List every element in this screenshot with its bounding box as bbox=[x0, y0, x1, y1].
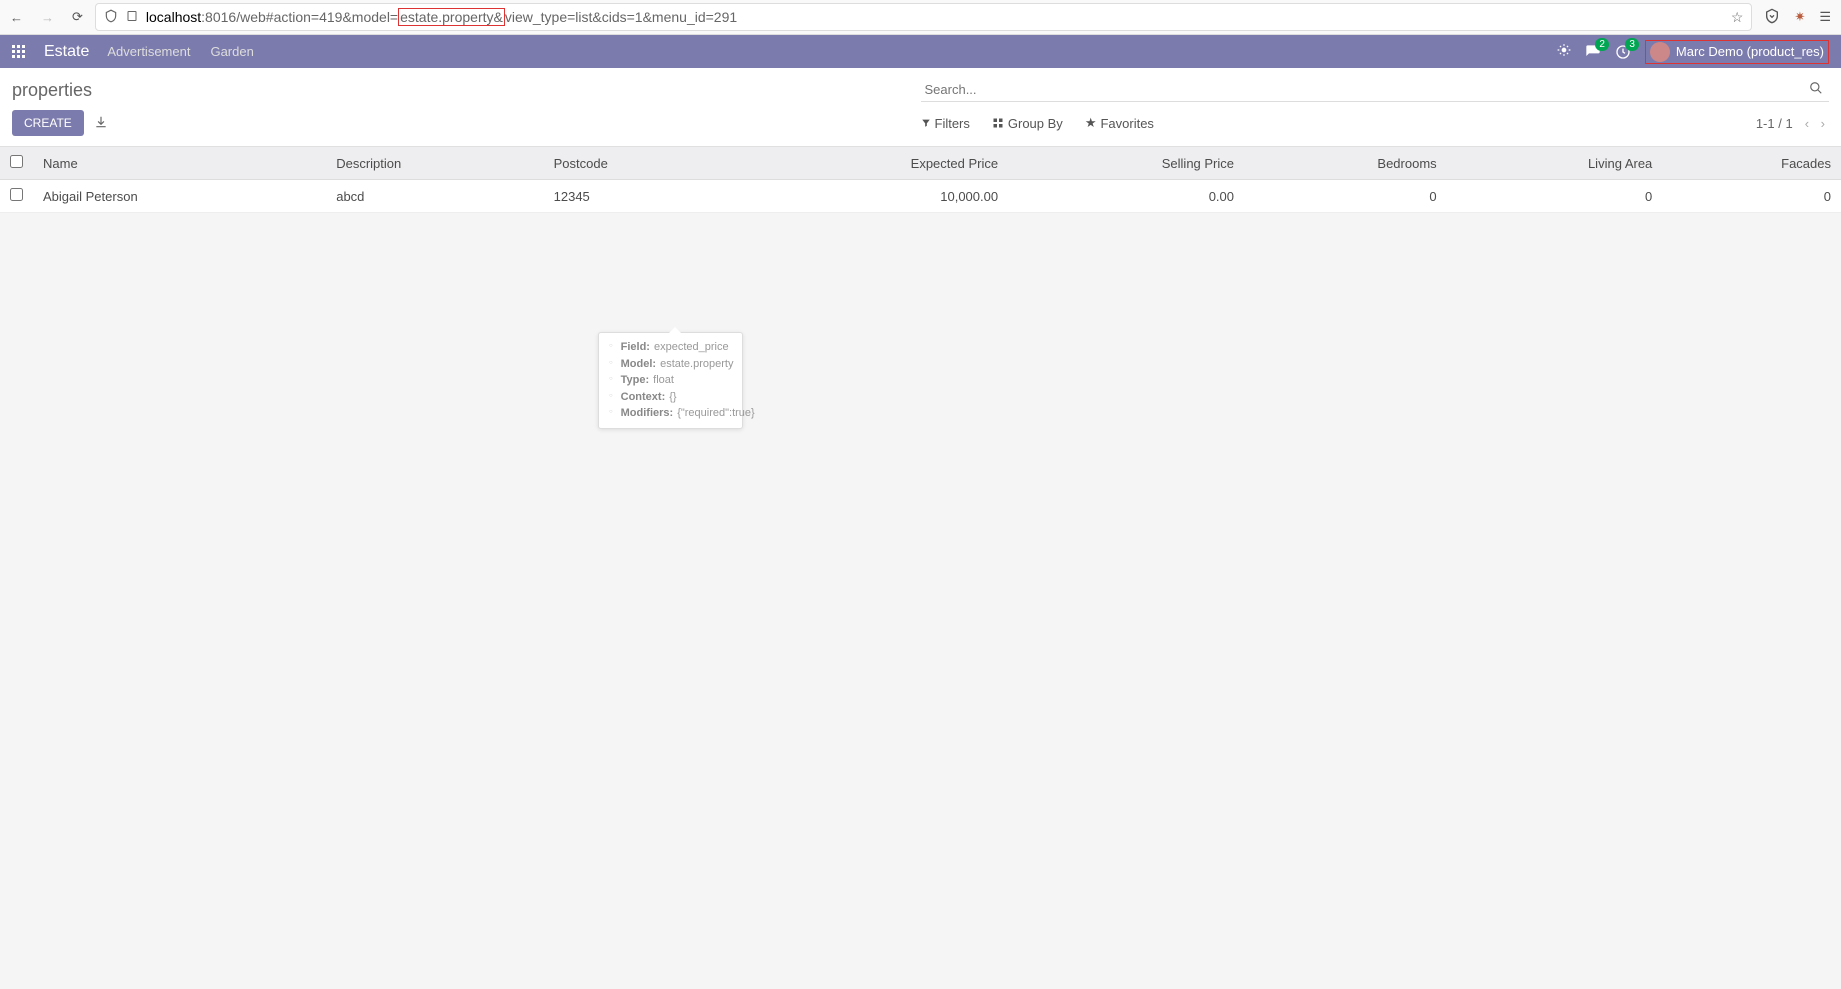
filters-button[interactable]: Filters bbox=[921, 115, 970, 131]
export-button[interactable] bbox=[94, 115, 108, 132]
apps-grid-icon[interactable] bbox=[12, 45, 26, 59]
pocket-icon[interactable] bbox=[1764, 8, 1780, 27]
cell-bedrooms: 0 bbox=[1244, 180, 1447, 213]
activities-badge: 3 bbox=[1625, 38, 1639, 51]
app-title[interactable]: Estate bbox=[44, 43, 89, 61]
cell-living-area: 0 bbox=[1447, 180, 1663, 213]
cell-facades: 0 bbox=[1662, 180, 1841, 213]
col-facades[interactable]: Facades bbox=[1662, 147, 1841, 180]
cell-description: abcd bbox=[326, 180, 543, 213]
forward-button[interactable]: → bbox=[41, 10, 54, 25]
page-area: Name Description Postcode Expected Price… bbox=[0, 147, 1841, 947]
cell-selling-price: 0.00 bbox=[1008, 180, 1244, 213]
pager-prev[interactable]: ‹ bbox=[1801, 116, 1813, 131]
messages-icon[interactable]: 2 bbox=[1585, 44, 1601, 60]
search-icon[interactable] bbox=[1803, 81, 1829, 98]
list-view: Name Description Postcode Expected Price… bbox=[0, 147, 1841, 213]
pager-text[interactable]: 1-1 / 1 bbox=[1756, 116, 1793, 131]
url-bar[interactable]: localhost:8016/web#action=419&model=esta… bbox=[95, 3, 1753, 31]
cell-name: Abigail Peterson bbox=[33, 180, 326, 213]
url-text: localhost:8016/web#action=419&model=esta… bbox=[146, 9, 1723, 25]
page-icon bbox=[126, 9, 138, 25]
hamburger-icon[interactable]: ☰ bbox=[1819, 9, 1831, 25]
col-expected-price[interactable]: Expected Price bbox=[733, 147, 1008, 180]
breadcrumb: properties bbox=[12, 80, 921, 101]
col-bedrooms[interactable]: Bedrooms bbox=[1244, 147, 1447, 180]
reload-button[interactable]: ⟳ bbox=[72, 9, 83, 25]
favorites-button[interactable]: ★ Favorites bbox=[1085, 115, 1154, 131]
app-menu: Advertisement Garden bbox=[107, 44, 253, 59]
create-button[interactable]: CREATE bbox=[12, 110, 84, 136]
field-tooltip: Field:expected_price Model:estate.proper… bbox=[598, 332, 743, 429]
col-selling-price[interactable]: Selling Price bbox=[1008, 147, 1244, 180]
pager-next[interactable]: › bbox=[1817, 116, 1829, 131]
activities-icon[interactable]: 3 bbox=[1615, 44, 1631, 60]
avatar bbox=[1650, 42, 1670, 62]
search-area bbox=[921, 78, 1830, 102]
col-description[interactable]: Description bbox=[326, 147, 543, 180]
row-checkbox[interactable] bbox=[10, 188, 23, 201]
col-postcode[interactable]: Postcode bbox=[544, 147, 734, 180]
debug-icon[interactable] bbox=[1557, 43, 1571, 60]
cell-postcode: 12345 bbox=[544, 180, 734, 213]
groupby-button[interactable]: Group By bbox=[992, 115, 1063, 131]
back-button[interactable]: ← bbox=[10, 10, 23, 25]
extension-icon[interactable]: ✷ bbox=[1794, 9, 1805, 25]
messages-badge: 2 bbox=[1595, 38, 1609, 51]
control-panel: properties CREATE Filters Group By bbox=[0, 68, 1841, 147]
search-input[interactable] bbox=[921, 78, 1804, 101]
col-name[interactable]: Name bbox=[33, 147, 326, 180]
menu-garden[interactable]: Garden bbox=[210, 44, 253, 59]
select-all-checkbox[interactable] bbox=[10, 155, 23, 168]
col-living-area[interactable]: Living Area bbox=[1447, 147, 1663, 180]
shield-icon bbox=[104, 9, 118, 26]
browser-chrome: ← → ⟳ localhost:8016/web#action=419&mode… bbox=[0, 0, 1841, 35]
bookmark-star-icon[interactable]: ☆ bbox=[1731, 9, 1744, 26]
menu-advertisement[interactable]: Advertisement bbox=[107, 44, 190, 59]
table-row[interactable]: Abigail Peterson abcd 12345 10,000.00 0.… bbox=[0, 180, 1841, 213]
table-header-row: Name Description Postcode Expected Price… bbox=[0, 147, 1841, 180]
user-menu[interactable]: Marc Demo (product_res) bbox=[1645, 40, 1829, 64]
app-bar: Estate Advertisement Garden 2 3 Marc Dem… bbox=[0, 35, 1841, 68]
user-name: Marc Demo (product_res) bbox=[1676, 44, 1824, 59]
cell-expected-price: 10,000.00 bbox=[733, 180, 1008, 213]
